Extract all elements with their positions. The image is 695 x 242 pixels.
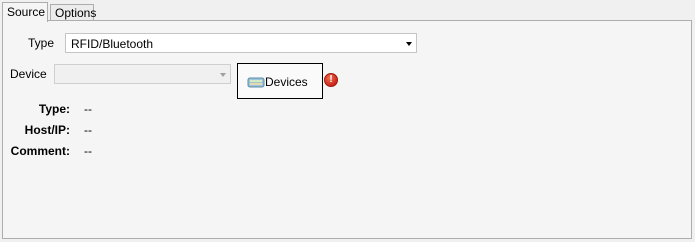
info-type-value: -- — [84, 102, 92, 116]
devices-button-label: Devices — [265, 75, 308, 89]
error-icon: ! — [324, 73, 338, 87]
tab-options[interactable]: Options — [50, 4, 96, 21]
info-comment-value: -- — [84, 144, 92, 158]
devices-icon — [247, 77, 265, 88]
type-dropdown[interactable]: RFID/Bluetooth — [65, 33, 417, 53]
device-label: Device — [10, 67, 47, 81]
device-dropdown[interactable] — [54, 64, 231, 84]
type-dropdown-value: RFID/Bluetooth — [71, 37, 154, 51]
tab-source[interactable]: Source — [2, 2, 48, 22]
info-host-value: -- — [84, 123, 92, 137]
info-type-label: Type: — [38, 102, 70, 116]
chevron-down-icon — [406, 42, 412, 46]
devices-button[interactable]: Devices — [237, 63, 323, 99]
type-label: Type — [28, 36, 55, 50]
chevron-down-icon — [220, 73, 226, 77]
info-comment-label: Comment: — [10, 144, 70, 158]
info-host-label: Host/IP: — [24, 123, 70, 137]
